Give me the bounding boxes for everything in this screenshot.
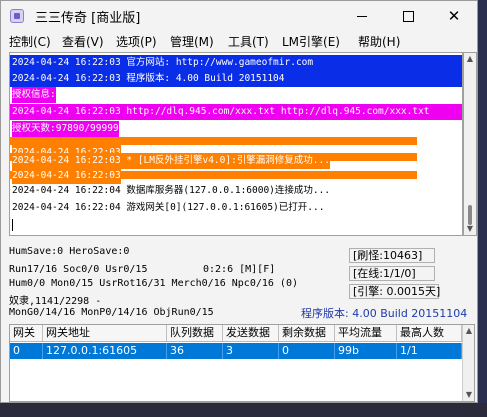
maximize-button[interactable] — [385, 1, 431, 31]
table-cell: 1/1 — [397, 343, 462, 359]
column-header[interactable]: 发送数据 — [223, 325, 279, 341]
menu-options[interactable]: 选项(P) — [116, 33, 157, 50]
table-cell: 0 — [279, 343, 335, 359]
log-line: 2024-04-24 16:22:03 — [12, 168, 121, 184]
table-cell: 127.0.0.1:61605 — [43, 343, 167, 359]
log-panel[interactable]: 2024-04-24 16:22:03 官方网站: http://www.gam… — [9, 52, 463, 236]
down-arrow-icon[interactable]: ▼ — [465, 391, 473, 399]
table-cell: 99b — [335, 343, 397, 359]
column-header[interactable]: 剩余数据 — [279, 325, 335, 341]
table-cell: 36 — [167, 343, 223, 359]
log-line: 2024-04-24 16:22:03 官方网站: http://www.gam… — [10, 55, 462, 71]
log-separator — [10, 137, 417, 145]
stat-time: 0:2:6 [M][F] — [203, 264, 276, 275]
text-cursor — [12, 219, 13, 231]
title-bar[interactable]: 三三传奇 [商业版] ✕ — [1, 1, 477, 31]
column-header[interactable]: 网关 — [10, 325, 43, 341]
log-line: 2024-04-24 16:22:04 游戏网关[0](127.0.0.1:61… — [12, 202, 325, 213]
program-version: 程序版本: 4.00 Build 20151104 — [301, 307, 468, 320]
table-header: 网关 网关地址 队列数据 发送数据 剩余数据 平均流量 最高人数 — [10, 325, 474, 342]
menu-help[interactable]: 帮助(H) — [358, 33, 400, 50]
table-cell: 3 — [223, 343, 279, 359]
menu-manage[interactable]: 管理(M) — [170, 33, 214, 50]
column-header[interactable]: 队列数据 — [167, 325, 223, 341]
log-line: 授权信息: — [12, 87, 56, 103]
stat-hum: Hum0/0 Mon0/15 UsrRot16/31 Merch0/16 Npc… — [9, 278, 298, 289]
table-cell: 0 — [10, 343, 43, 359]
table-scrollbar[interactable]: ▲ ▼ — [462, 325, 474, 401]
main-window: 三三传奇 [商业版] ✕ 控制(C) 查看(V) 选项(P) 管理(M) 工具(… — [0, 0, 478, 403]
column-header[interactable]: 平均流量 — [335, 325, 397, 341]
window-title: 三三传奇 [商业版] — [35, 11, 141, 26]
maximize-icon — [402, 10, 414, 22]
refresh-monster-label: [刷怪:10463] — [349, 248, 435, 263]
menu-bar: 控制(C) 查看(V) 选项(P) 管理(M) 工具(T) LM引擎(E) 帮助… — [1, 31, 477, 51]
log-line: 2024-04-24 16:22:03 * [LM反外挂引擎v4.0]:引擎漏洞… — [12, 153, 330, 169]
up-arrow-icon[interactable]: ▲ — [465, 327, 473, 335]
online-count-label: [在线:1/1/0] — [349, 266, 435, 281]
app-icon — [10, 9, 24, 23]
table-row[interactable]: 0 127.0.0.1:61605 36 3 0 99b 1/1 — [10, 343, 474, 359]
log-line: 2024-04-24 16:22:03 http://dlq.945.com/x… — [10, 104, 462, 120]
desktop-background-right — [478, 0, 487, 417]
engine-days-label: [引擎: 0.0015天] — [349, 284, 440, 299]
log-line: 2024-04-24 16:22:03 程序版本: 4.00 Build 201… — [10, 71, 462, 87]
log-line: 授权天数:97890/99999 — [12, 121, 119, 137]
up-arrow-icon[interactable]: ▲ — [466, 55, 474, 63]
stat-slave: 奴隶,1141/2298 - — [9, 296, 102, 307]
minimize-button[interactable] — [339, 1, 385, 31]
desktop-background-bottom — [0, 403, 487, 417]
menu-lm-engine[interactable]: LM引擎(E) — [282, 33, 340, 50]
minimize-icon — [357, 15, 367, 17]
scrollbar-thumb[interactable] — [468, 205, 472, 225]
stat-run: Run17/16 Soc0/0 Usr0/15 — [9, 264, 148, 275]
stat-hum-save: HumSave:0 HeroSave:0 — [9, 246, 130, 257]
menu-control[interactable]: 控制(C) — [9, 33, 51, 50]
down-arrow-icon[interactable]: ▼ — [466, 225, 474, 233]
gateway-table[interactable]: 网关 网关地址 队列数据 发送数据 剩余数据 平均流量 最高人数 0 127.0… — [9, 324, 475, 402]
log-scrollbar[interactable]: ▲ ▼ — [463, 52, 477, 236]
menu-view[interactable]: 查看(V) — [62, 33, 104, 50]
column-header[interactable]: 最高人数 — [397, 325, 462, 341]
close-icon: ✕ — [447, 6, 461, 25]
menu-tools[interactable]: 工具(T) — [228, 33, 269, 50]
close-button[interactable]: ✕ — [431, 1, 477, 31]
log-line: 2024-04-24 16:22:04 数据库服务器(127.0.0.1:600… — [12, 185, 331, 196]
column-header[interactable]: 网关地址 — [43, 325, 167, 341]
stat-mong: MonG0/14/16 MonP0/14/16 ObjRun0/15 — [9, 307, 214, 318]
status-panel: HumSave:0 HeroSave:0 Run17/16 Soc0/0 Usr… — [9, 244, 477, 324]
